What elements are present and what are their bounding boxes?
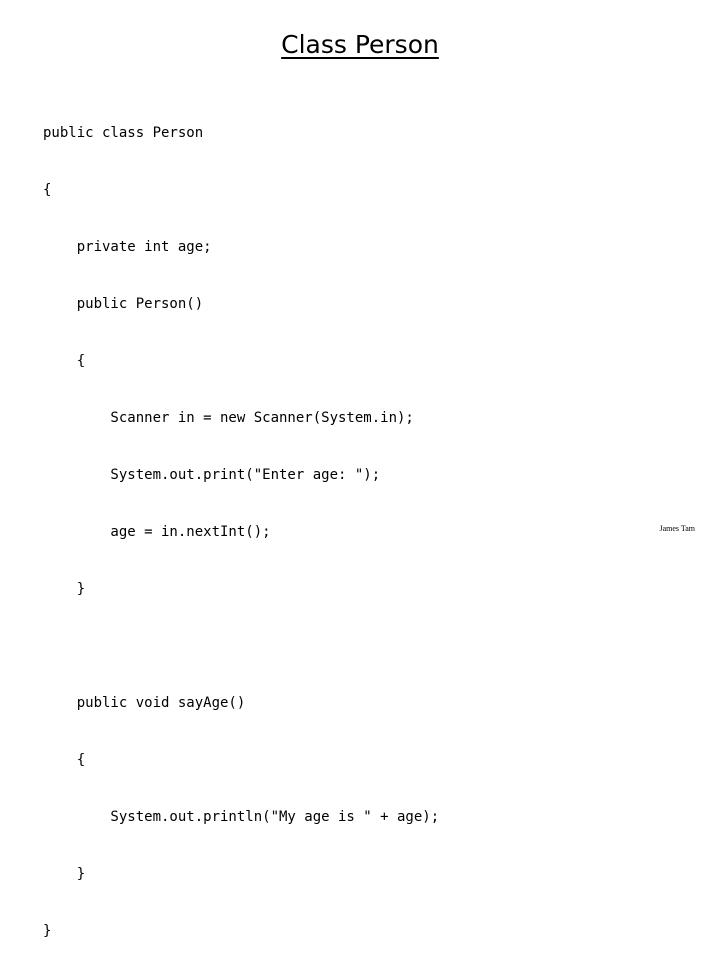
code-line: { bbox=[43, 752, 86, 768]
code-line: age = in.nextInt(); bbox=[43, 524, 271, 540]
code-line: } bbox=[43, 866, 86, 882]
code-block: public class Person { private int age; p… bbox=[43, 89, 439, 960]
code-line: public class Person bbox=[43, 125, 204, 141]
author-footer: James Tam bbox=[659, 524, 695, 533]
code-line: } bbox=[43, 923, 52, 939]
code-line: } bbox=[43, 581, 86, 597]
code-line: private int age; bbox=[43, 239, 212, 255]
code-line: { bbox=[43, 182, 52, 198]
slide-title-text: Class Person bbox=[281, 30, 439, 59]
code-line: System.out.println("My age is " + age); bbox=[43, 809, 440, 825]
slide-title: Class Person bbox=[0, 30, 720, 59]
code-line: System.out.print("Enter age: "); bbox=[43, 467, 381, 483]
code-line: { bbox=[43, 353, 86, 369]
code-line: public void sayAge() bbox=[43, 695, 246, 711]
code-line: Scanner in = new Scanner(System.in); bbox=[43, 410, 414, 426]
code-line: public Person() bbox=[43, 296, 204, 312]
